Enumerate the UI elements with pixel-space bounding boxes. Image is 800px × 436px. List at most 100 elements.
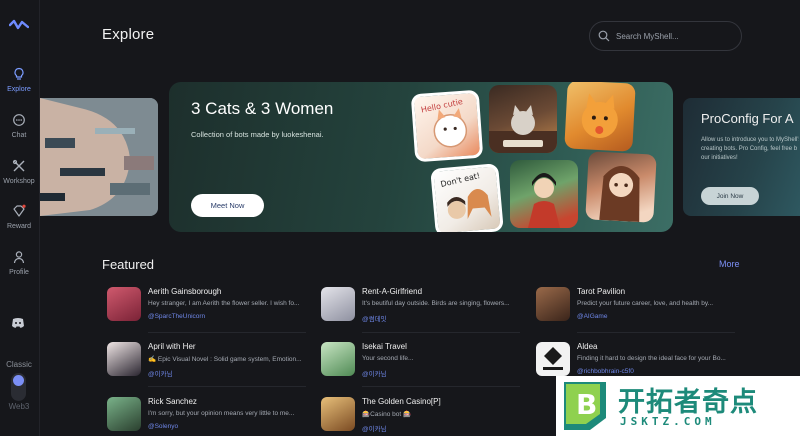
toggle-knob: [13, 375, 24, 386]
carousel-main-banner[interactable]: 3 Cats & 3 Women Collection of bots made…: [169, 82, 673, 232]
bot-card[interactable]: Aldea Finding it hard to design the idea…: [536, 342, 736, 378]
sidebar: Explore Chat Workshop Reward Profile Cla…: [0, 0, 40, 436]
bot-description: I'm sorry, but your opinion means very l…: [148, 410, 295, 417]
carousel-prev-banner[interactable]: [40, 98, 158, 216]
search-icon: [598, 30, 610, 42]
face-artwork-image: [40, 98, 158, 216]
bot-avatar: [107, 397, 141, 431]
bot-description: ✍ Epic Visual Novel : Solid game system,…: [148, 356, 301, 363]
bot-name: Rick Sanchez: [148, 397, 197, 406]
more-link[interactable]: More: [719, 259, 740, 269]
sidebar-item-label: Workshop: [3, 178, 35, 185]
banner-description-line: our initiatives!: [701, 155, 738, 161]
sidebar-item-label: Explore: [7, 86, 31, 93]
row-divider: [148, 386, 306, 387]
bot-avatar: [107, 287, 141, 321]
cat-bot-thumbnail[interactable]: [489, 85, 557, 153]
bot-description: Finding it hard to design the ideal face…: [577, 355, 726, 362]
bot-name: Rent-A-Girlfriend: [362, 287, 423, 296]
carousel-next-banner[interactable]: ProConfig For A Allow us to introduce yo…: [683, 98, 800, 216]
sidebar-item-label: Profile: [9, 269, 29, 276]
sidebar-item-workshop[interactable]: Workshop: [0, 159, 38, 185]
bot-author[interactable]: @Solenyo: [148, 423, 178, 430]
portrait-image: [528, 173, 560, 228]
bot-description: Hey stranger, I am Aerith the flower sel…: [148, 300, 300, 307]
cat-illustration-image: [581, 93, 618, 138]
banner-description: Allow us to introduce you to MyShell's c…: [701, 136, 799, 163]
bot-card[interactable]: Tarot Pavilion Predict your future caree…: [536, 287, 736, 323]
tools-icon: [12, 159, 25, 172]
sidebar-item-label: Reward: [6, 223, 32, 230]
bot-name: Tarot Pavilion: [577, 287, 626, 296]
bot-avatar: [107, 342, 141, 376]
mode-classic-label: Classic: [6, 360, 32, 369]
bot-author[interactable]: @AIGame: [577, 313, 607, 320]
row-divider: [577, 332, 735, 333]
bot-card[interactable]: Rick Sanchez I'm sorry, but your opinion…: [107, 397, 307, 433]
mode-web3-label: Web3: [8, 402, 30, 411]
bot-author[interactable]: @썸데잇: [362, 313, 387, 323]
bot-avatar: [536, 342, 570, 376]
join-now-button[interactable]: Join Now: [701, 187, 759, 205]
watermark-text-en: JSKTZ.COM: [620, 415, 716, 428]
bot-name: Aldea: [577, 342, 598, 351]
person-icon: [13, 251, 25, 264]
portrait-image: [599, 166, 640, 223]
watermark-text-cn: 开拓者奇点: [618, 387, 758, 418]
bot-avatar: [321, 397, 355, 431]
bot-name: April with Her: [148, 342, 196, 351]
bot-avatar: [536, 287, 570, 321]
bot-author[interactable]: @SparcTheUnicorn: [148, 313, 205, 320]
watermark-logo-icon: B: [564, 382, 606, 430]
gem-icon: [13, 204, 26, 217]
page-title: Explore: [102, 26, 155, 43]
bot-description: 🎰Casino bot 🎰: [362, 411, 412, 418]
chat-bubble-icon: [13, 114, 25, 126]
cat-bot-thumbnail[interactable]: [564, 82, 636, 152]
bot-author[interactable]: @이카님: [362, 423, 387, 433]
bot-name: Aerith Gainsborough: [148, 287, 222, 296]
bulb-icon: [14, 67, 24, 80]
meet-now-button[interactable]: Meet Now: [191, 194, 264, 217]
bot-description: Your second life...: [362, 355, 414, 362]
cat-bot-thumbnail[interactable]: Hello cutie: [410, 89, 484, 163]
bot-card[interactable]: Isekai Travel Your second life... @이카님: [321, 342, 521, 378]
sidebar-item-reward[interactable]: Reward: [0, 204, 38, 230]
woman-bot-thumbnail[interactable]: [510, 160, 578, 228]
banner-title: ProConfig For A: [701, 111, 794, 126]
search-input[interactable]: [616, 29, 734, 44]
row-divider: [362, 332, 520, 333]
banner-description-line: creating bots. Pro Config, feel free b: [701, 146, 798, 152]
bot-avatar: [321, 287, 355, 321]
row-divider: [148, 332, 306, 333]
sidebar-item-chat[interactable]: Chat: [0, 113, 38, 139]
girls-bot-thumbnail[interactable]: Don't eat!: [430, 163, 504, 232]
mode-toggle[interactable]: [11, 373, 26, 401]
featured-heading: Featured: [102, 257, 155, 272]
watermark: B 开拓者奇点 JSKTZ.COM: [556, 376, 800, 436]
bot-description: It's beutiful day outside. Birds are sin…: [362, 300, 510, 307]
woman-bot-thumbnail[interactable]: [585, 151, 657, 223]
banner-subtitle: Collection of bots made by luokeshenai.: [191, 130, 324, 139]
discord-icon[interactable]: [11, 317, 25, 329]
bot-card[interactable]: Aerith Gainsborough Hey stranger, I am A…: [107, 287, 307, 323]
bot-name: The Golden Casino[P]: [362, 397, 441, 406]
row-divider: [362, 386, 520, 387]
bot-author[interactable]: @이카님: [362, 368, 387, 378]
myshell-logo-icon[interactable]: [9, 18, 29, 32]
sidebar-item-label: Chat: [11, 132, 27, 139]
sidebar-item-explore[interactable]: Explore: [0, 67, 38, 93]
bot-avatar: [321, 342, 355, 376]
watermark-logo-letter: B: [576, 388, 597, 421]
bot-description: Predict your future career, love, and he…: [577, 300, 714, 307]
aldea-logo-icon: [543, 347, 563, 370]
bot-name: Isekai Travel: [362, 342, 407, 351]
search-box[interactable]: [589, 21, 742, 51]
bot-card[interactable]: Rent-A-Girlfriend It's beutiful day outs…: [321, 287, 521, 323]
bot-card[interactable]: The Golden Casino[P] 🎰Casino bot 🎰 @이카님: [321, 397, 521, 433]
bot-author[interactable]: @richbobhrain-c5f0: [577, 368, 634, 375]
banner-description-line: Allow us to introduce you to MyShell's: [701, 137, 799, 143]
sidebar-item-profile[interactable]: Profile: [0, 250, 38, 276]
bot-author[interactable]: @이카님: [148, 368, 173, 378]
bot-card[interactable]: April with Her ✍ Epic Visual Novel : Sol…: [107, 342, 307, 378]
